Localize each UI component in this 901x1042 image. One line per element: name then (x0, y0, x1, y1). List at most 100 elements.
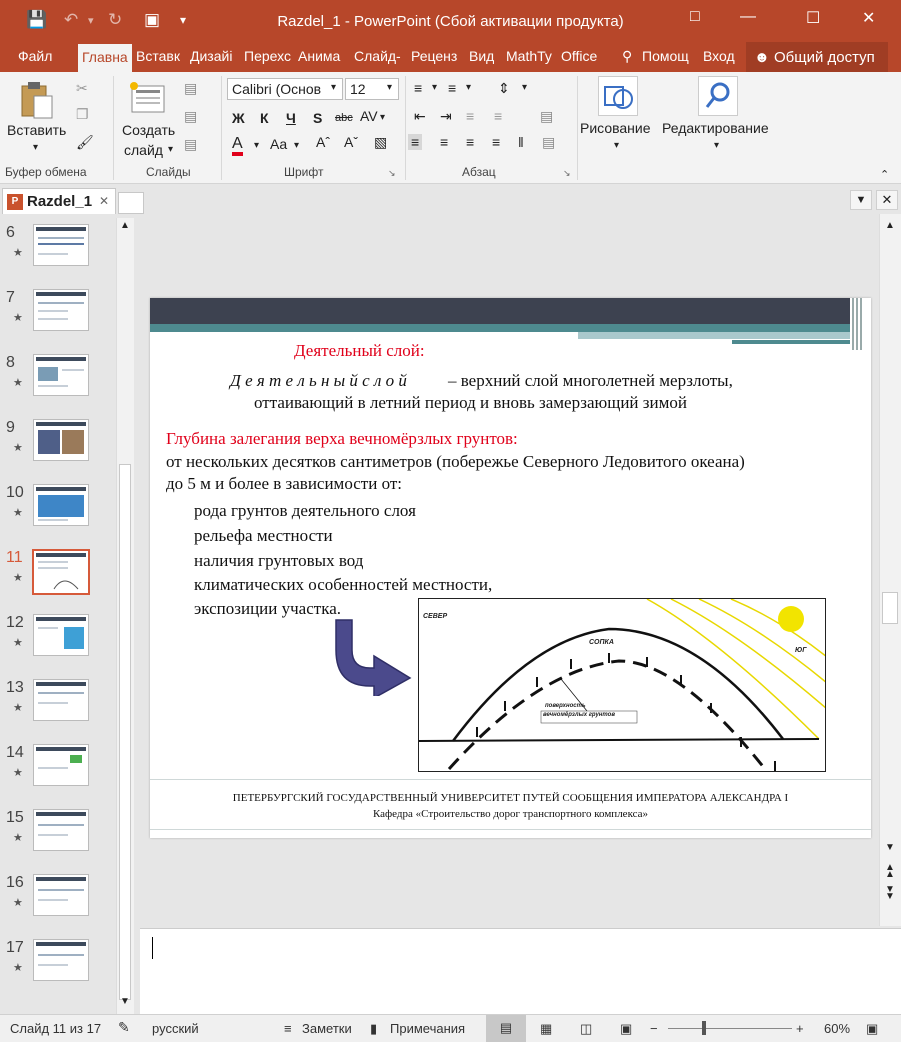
spacing-icon[interactable]: AV (360, 108, 378, 124)
drawing-label[interactable]: Рисование (580, 120, 651, 136)
new-slide-label[interactable]: Создать (122, 122, 175, 138)
reading-view-icon[interactable]: ◫ (580, 1021, 592, 1037)
close-icon[interactable]: ✕ (862, 8, 875, 28)
zoom-in-icon[interactable]: + (796, 1021, 804, 1036)
copy-icon[interactable]: ❐ (76, 106, 89, 123)
paste-dropdown-icon[interactable]: ▾ (33, 142, 38, 153)
tab-login[interactable]: Вход (703, 48, 735, 64)
paste-label[interactable]: Вставить (7, 122, 66, 138)
slideshow-view-icon[interactable]: ▣ (620, 1021, 632, 1037)
tab-review[interactable]: Реценз (411, 48, 463, 64)
tab-mathtype[interactable]: MathTy (506, 48, 556, 64)
zoom-out-icon[interactable]: − (650, 1021, 658, 1036)
slide-thumbnail-11[interactable] (32, 549, 90, 595)
columns-icon[interactable]: ≡ (494, 108, 502, 124)
normal-view-icon[interactable]: ▤ (486, 1015, 526, 1042)
document-tab[interactable]: P Razdel_1 ✕ (2, 188, 116, 214)
scroll-thumb[interactable] (119, 464, 131, 1000)
font-size-dropdown-icon[interactable]: ▾ (387, 82, 392, 93)
bullets-dropdown-icon[interactable]: ▾ (432, 82, 437, 93)
slide-thumbnail-8[interactable] (33, 354, 89, 396)
slide-thumbnail-12[interactable] (33, 614, 89, 656)
font-color-dropdown-icon[interactable]: ▾ (254, 140, 259, 151)
font-dialog-icon[interactable]: ↘ (388, 168, 396, 179)
share-button[interactable]: ☻ Общий доступ (746, 42, 888, 72)
tab-office[interactable]: Office (561, 48, 605, 64)
spacing-dropdown-icon[interactable]: ▾ (380, 112, 385, 123)
zoom-slider-track[interactable] (668, 1028, 792, 1029)
previous-slide-icon[interactable]: ▲ ▲ (885, 863, 895, 880)
new-tab-button[interactable] (118, 192, 144, 214)
slide-thumbnail-13[interactable] (33, 679, 89, 721)
cut-icon[interactable]: ✂ (76, 80, 88, 97)
paragraph-dialog-icon[interactable]: ↘ (563, 168, 571, 179)
slide-thumbnail-6[interactable] (33, 224, 89, 266)
direction-icon[interactable]: ≡ (466, 108, 474, 124)
align-center-icon[interactable]: ≡ (440, 134, 448, 150)
thumbnails-scrollbar[interactable]: ▲ ▼ (116, 218, 134, 1014)
editing-dropdown-icon[interactable]: ▾ (714, 140, 719, 151)
align-right-icon[interactable]: ≡ (466, 134, 474, 150)
shrink-font-icon[interactable]: Aˇ (344, 134, 358, 150)
slide-thumbnail-10[interactable] (33, 484, 89, 526)
tab-view[interactable]: Вид (469, 48, 494, 64)
tab-design[interactable]: Дизайі (190, 48, 238, 64)
increase-indent-icon[interactable]: ⇥ (440, 108, 452, 125)
slide-thumbnail-14[interactable] (33, 744, 89, 786)
editing-label[interactable]: Редактирование (662, 120, 769, 136)
bullets-icon[interactable]: ≡ (414, 80, 422, 96)
fit-slide-icon[interactable]: ▣ (866, 1021, 878, 1037)
paste-button[interactable] (20, 80, 54, 120)
decrease-indent-icon[interactable]: ⇤ (414, 108, 426, 125)
new-slide-dropdown-icon[interactable]: ▾ (168, 144, 173, 155)
slide-thumbnail-9[interactable] (33, 419, 89, 461)
font-name-dropdown-icon[interactable]: ▾ (331, 82, 336, 93)
change-case-button[interactable]: Aa (270, 136, 287, 152)
slide-sorter-icon[interactable]: ▦ (540, 1021, 552, 1037)
scroll-down-icon[interactable]: ▼ (885, 842, 895, 853)
collapse-ribbon-icon[interactable]: ⌃ (880, 168, 889, 181)
slide-thumbnail-7[interactable] (33, 289, 89, 331)
underline-button[interactable]: Ч (286, 110, 296, 126)
tab-insert[interactable]: Вставк (136, 48, 186, 64)
slide-thumbnail-17[interactable] (33, 939, 89, 981)
line-spacing-dropdown-icon[interactable]: ▾ (522, 82, 527, 93)
shadow-button[interactable]: S (313, 110, 322, 126)
format-painter-icon[interactable]: 🖌 (76, 134, 94, 151)
spellcheck-icon[interactable]: ✎ (118, 1019, 130, 1036)
clear-format-icon[interactable]: ▧ (374, 134, 387, 151)
align-text-icon[interactable]: ▤ (540, 108, 553, 125)
align-left-icon[interactable]: ≡ (408, 134, 423, 150)
scroll-down-icon[interactable]: ▼ (120, 996, 130, 1007)
strikethrough-button[interactable]: abc (335, 112, 353, 124)
scroll-up-icon[interactable]: ▲ (120, 220, 130, 231)
tab-animations[interactable]: Анима (298, 48, 348, 64)
change-case-dropdown-icon[interactable]: ▾ (294, 140, 299, 151)
language-indicator[interactable]: русский (152, 1021, 199, 1036)
tab-transitions[interactable]: Перехс (244, 48, 294, 64)
font-color-button[interactable]: A (232, 136, 243, 156)
notes-pane[interactable] (140, 928, 901, 1014)
drawing-button[interactable] (598, 76, 638, 116)
new-slide-button[interactable] (128, 80, 168, 116)
close-document-icon[interactable]: ✕ (876, 190, 898, 210)
justify-icon[interactable]: ≡ (492, 134, 500, 150)
slide-thumbnail-15[interactable] (33, 809, 89, 851)
tab-slideshow[interactable]: Слайд- (354, 48, 406, 64)
ribbon-options-icon[interactable]: □ (690, 8, 700, 26)
tab-file[interactable]: Файл (18, 48, 52, 64)
smartart-icon[interactable]: ▤ (542, 134, 555, 151)
comments-button[interactable]: Примечания (390, 1021, 465, 1036)
numbering-icon[interactable]: ≡ (448, 80, 456, 96)
zoom-slider-thumb[interactable] (702, 1021, 706, 1035)
section-icon[interactable]: ▤ (184, 136, 197, 153)
next-slide-icon[interactable]: ▼ ▼ (885, 885, 895, 902)
bold-button[interactable]: Ж (232, 110, 245, 126)
slide-canvas[interactable]: Деятельный слой: Д е я т е л ь н ы й с л… (150, 298, 871, 838)
grow-font-icon[interactable]: Aˆ (316, 134, 330, 150)
layout-icon[interactable]: ▤ (184, 80, 197, 97)
slide-thumbnail-16[interactable] (33, 874, 89, 916)
tab-help[interactable]: Помощ (642, 48, 694, 64)
editing-button[interactable] (698, 76, 738, 116)
drawing-dropdown-icon[interactable]: ▾ (614, 140, 619, 151)
